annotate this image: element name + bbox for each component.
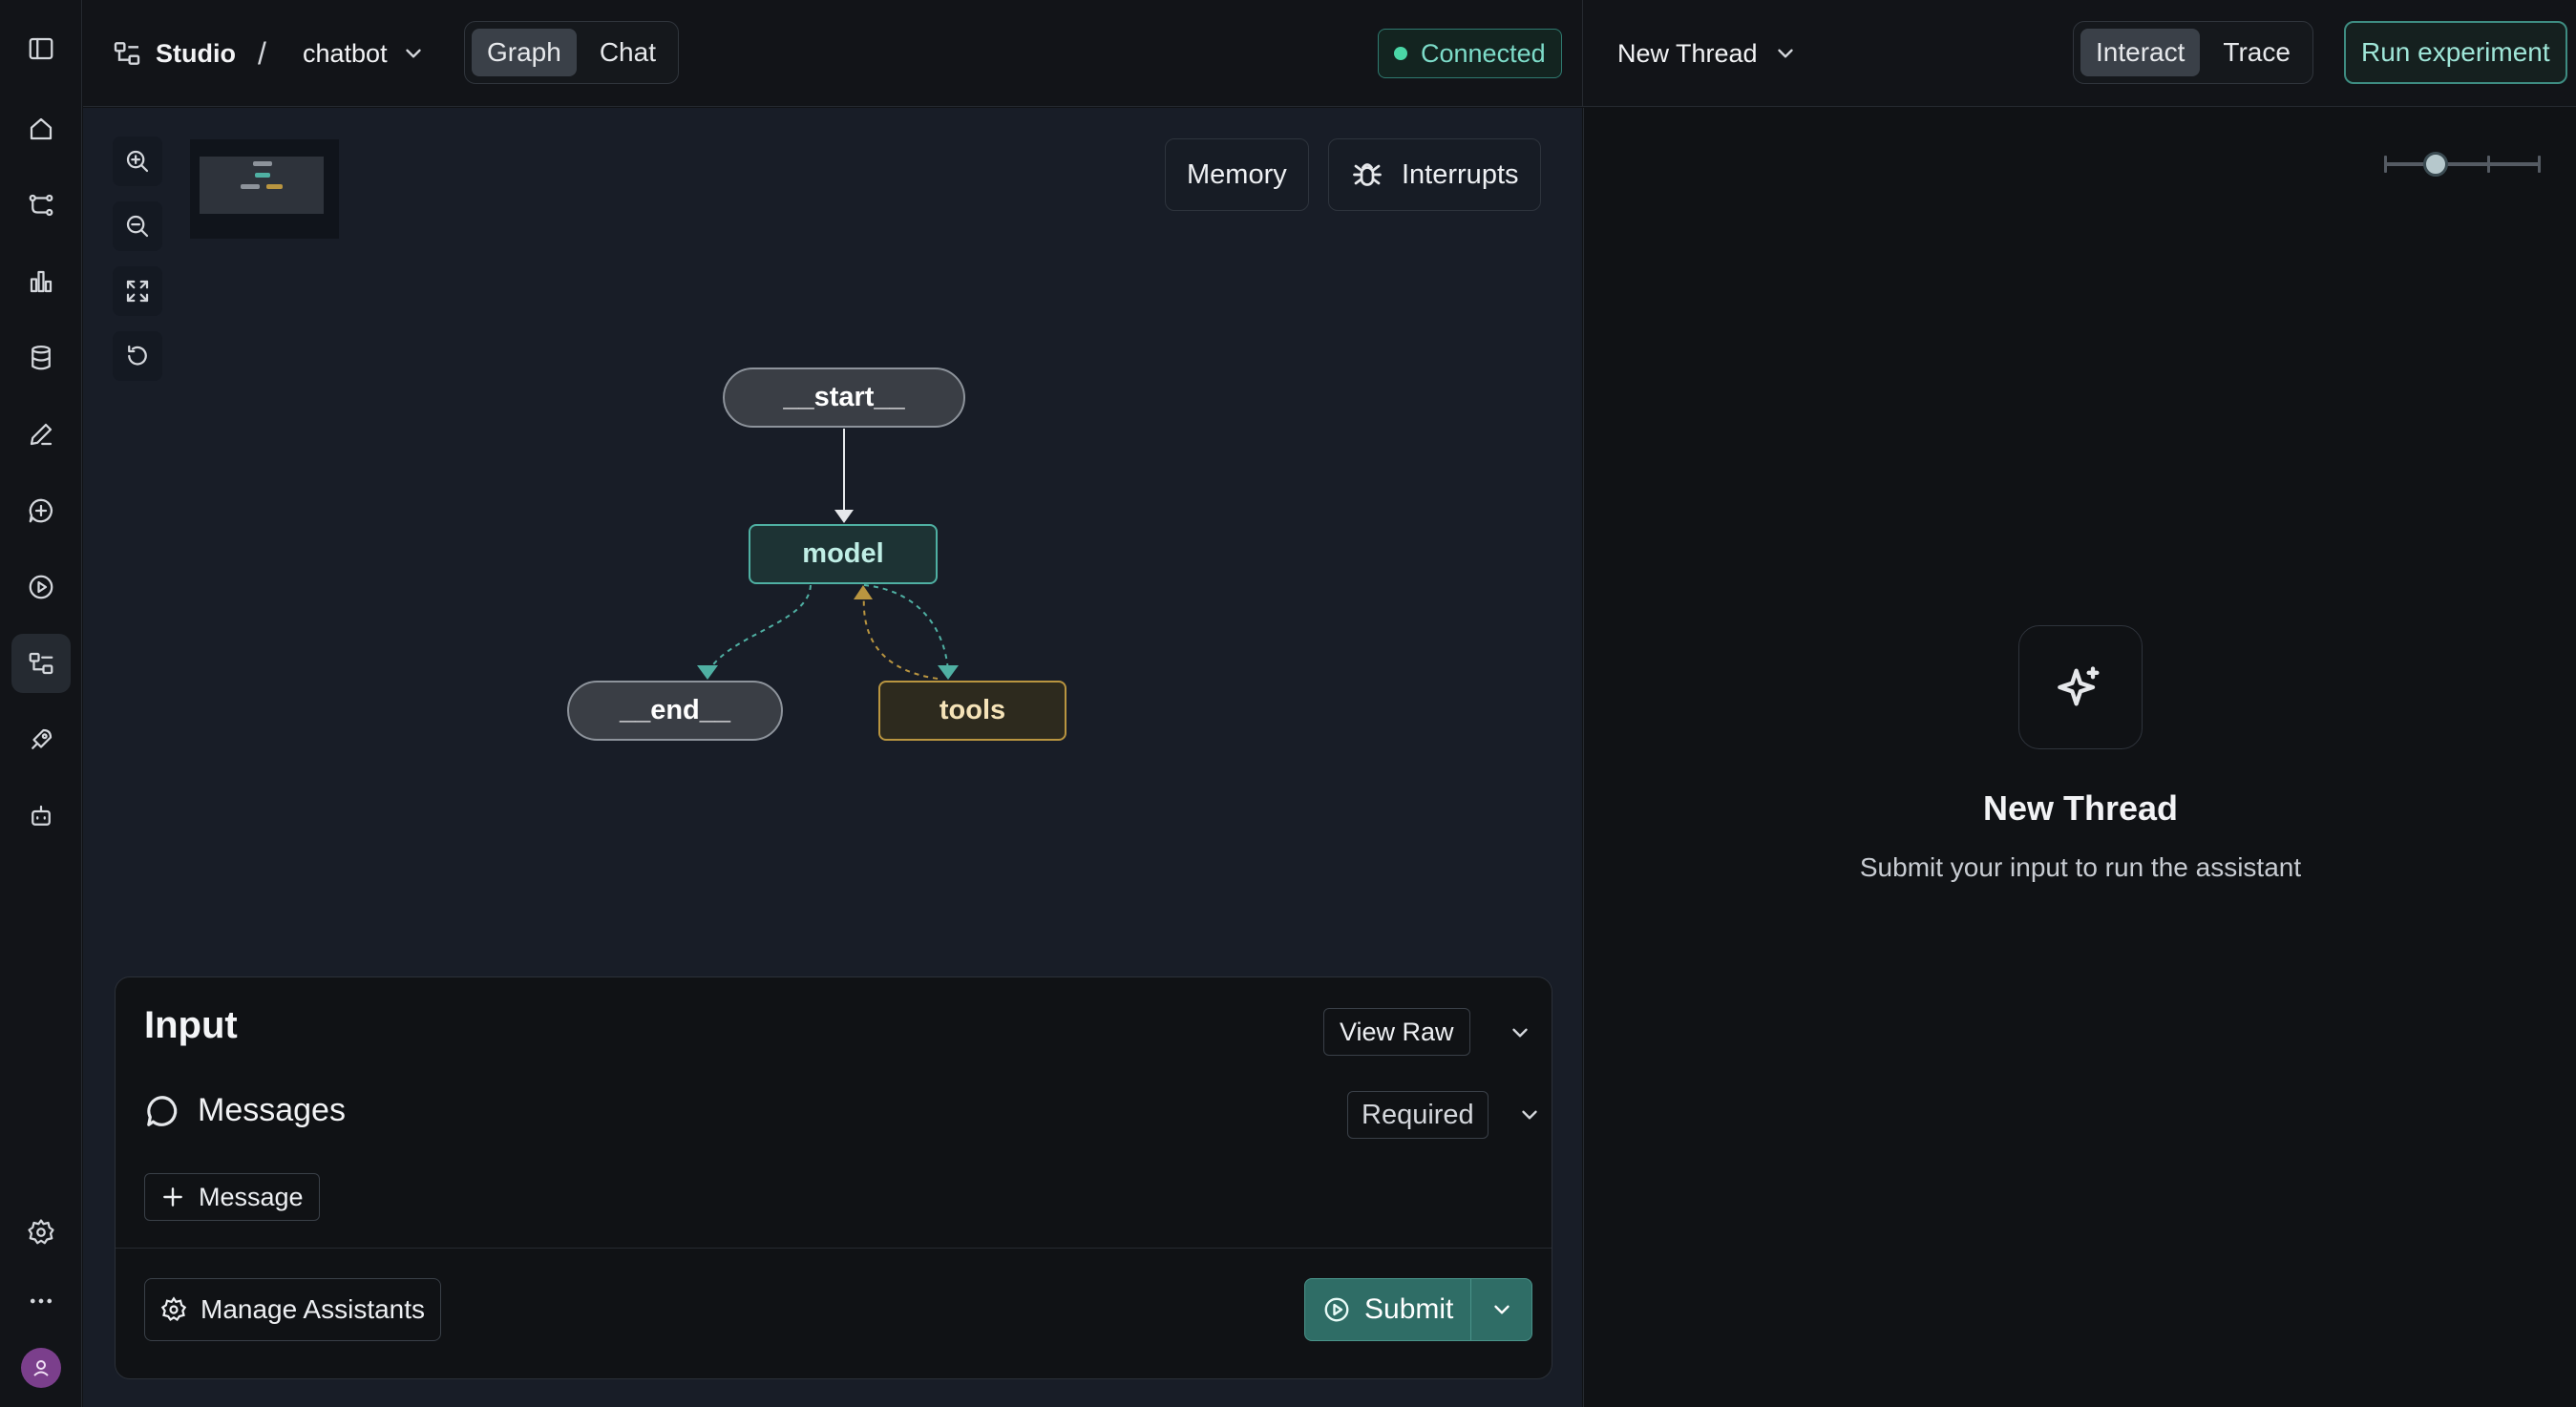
zoom-out-icon[interactable] (113, 201, 162, 251)
plus-icon (163, 1187, 182, 1207)
studio-label: Studio (156, 38, 236, 68)
minimap-node (266, 184, 283, 189)
slider-handle[interactable] (2423, 152, 2448, 177)
minimap-node (255, 173, 270, 178)
thread-label: New Thread (1617, 38, 1758, 68)
edge-tools-model (854, 585, 939, 680)
fit-view-icon[interactable] (113, 266, 162, 316)
connection-status-badge: Connected (1378, 29, 1562, 78)
zoom-in-icon[interactable] (113, 136, 162, 186)
zoom-slider[interactable] (2384, 152, 2541, 177)
interrupts-label: Interrupts (1402, 158, 1519, 190)
graph-name: chatbot (303, 38, 388, 68)
mode-toggle: Interact Trace (2073, 21, 2313, 84)
manage-assistants-label: Manage Assistants (201, 1294, 426, 1324)
slider-tick (2487, 156, 2490, 173)
chevron-down-icon (1777, 49, 1793, 58)
settings-icon[interactable] (11, 1203, 71, 1262)
breadcrumb-separator: / (258, 35, 266, 71)
empty-state-title: New Thread (1982, 788, 2179, 828)
avatar[interactable] (21, 1348, 61, 1388)
input-collapse-button[interactable] (1501, 1014, 1539, 1052)
edge-model-end (697, 584, 812, 680)
reset-icon[interactable] (113, 331, 162, 381)
messages-collapse-button[interactable] (1510, 1096, 1549, 1134)
submit-button-group: Submit (1304, 1278, 1533, 1341)
slider-tick (2538, 156, 2541, 173)
chevron-down-icon (405, 49, 421, 58)
more-icon[interactable] (11, 1271, 71, 1331)
thread-selector[interactable]: New Thread (1617, 32, 1798, 74)
slider-tick (2384, 156, 2387, 173)
divider (1582, 0, 1583, 107)
status-dot (1394, 47, 1407, 60)
graph-selector[interactable]: chatbot (303, 32, 426, 74)
studio-breadcrumb[interactable]: Studio (112, 32, 236, 74)
edge-model-tools (863, 584, 959, 680)
rocket-icon[interactable] (11, 710, 71, 769)
messages-label: Messages (198, 1092, 346, 1128)
play-circle-icon (1324, 1297, 1349, 1322)
empty-state-subtitle: Submit your input to run the assistant (1859, 852, 2302, 882)
studio-icon[interactable] (11, 634, 71, 693)
node-tools[interactable]: tools (878, 681, 1066, 741)
tab-interact[interactable]: Interact (2080, 29, 2201, 76)
studio-logo-icon (114, 42, 140, 65)
graph-canvas[interactable]: Memory Interrupts __start__ model __end_… (83, 108, 1582, 1407)
chevron-down-icon (1512, 1028, 1528, 1038)
view-toggle: Graph Chat (464, 21, 679, 84)
left-sidebar (0, 0, 82, 1407)
messages-field-label: Messages (144, 1092, 346, 1129)
submit-button[interactable]: Submit (1305, 1279, 1470, 1340)
sparkle-icon (2018, 625, 2143, 749)
minimap[interactable] (190, 139, 339, 239)
status-text: Connected (1421, 38, 1546, 68)
submit-label: Submit (1364, 1293, 1454, 1325)
node-model[interactable]: model (749, 524, 938, 584)
required-badge: Required (1347, 1091, 1489, 1139)
home-icon[interactable] (11, 99, 71, 158)
message-bubble-icon (147, 1095, 178, 1126)
memory-button[interactable]: Memory (1165, 138, 1309, 211)
chevron-down-icon (1494, 1305, 1510, 1314)
bot-icon[interactable] (11, 787, 71, 846)
play-icon[interactable] (11, 557, 71, 617)
divider (116, 1248, 1552, 1249)
gear-icon (160, 1296, 187, 1322)
submit-options-button[interactable] (1470, 1279, 1531, 1340)
pen-icon[interactable] (11, 405, 71, 464)
chart-icon[interactable] (11, 252, 71, 311)
tab-trace[interactable]: Trace (2207, 29, 2306, 76)
view-raw-button[interactable]: View Raw (1323, 1008, 1470, 1056)
manage-assistants-button[interactable]: Manage Assistants (144, 1278, 442, 1341)
input-title: Input (144, 1004, 238, 1046)
node-end[interactable]: __end__ (567, 681, 783, 741)
memory-label: Memory (1187, 158, 1287, 190)
minimap-node (241, 184, 260, 189)
thread-pane: New Thread Submit your input to run the … (1583, 108, 2576, 1407)
top-bar: Studio / chatbot Graph Chat Connected Ne… (83, 0, 2576, 107)
minimap-viewport (200, 157, 324, 214)
tab-chat[interactable]: Chat (584, 29, 671, 76)
tab-graph[interactable]: Graph (472, 29, 577, 76)
chat-add-icon[interactable] (11, 481, 71, 540)
database-icon[interactable] (11, 328, 71, 388)
add-message-label: Message (199, 1182, 304, 1211)
input-panel: Input View Raw Messages Required Message… (115, 976, 1552, 1379)
minimap-node (253, 161, 272, 166)
slider-track (2384, 162, 2541, 166)
node-start[interactable]: __start__ (723, 368, 965, 428)
bug-icon (1353, 163, 1382, 186)
chevron-down-icon (1522, 1110, 1537, 1120)
interrupts-button[interactable]: Interrupts (1328, 138, 1541, 211)
sidebar-toggle-icon[interactable] (11, 19, 71, 78)
workflow-icon[interactable] (11, 176, 71, 235)
run-experiment-button[interactable]: Run experiment (2344, 21, 2567, 84)
add-message-button[interactable]: Message (144, 1173, 320, 1221)
edge-start-model (834, 429, 854, 523)
